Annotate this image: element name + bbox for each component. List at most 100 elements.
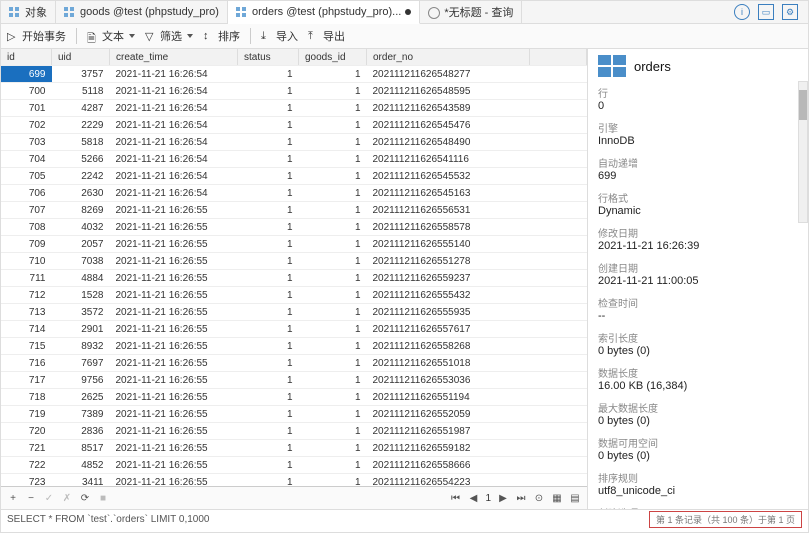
cell-uid[interactable]: 1528 bbox=[52, 287, 110, 304]
cell-create-time[interactable]: 2021-11-21 16:26:55 bbox=[110, 287, 238, 304]
cell-order-no[interactable]: 2021112116265482​77 bbox=[367, 66, 530, 83]
cell-create-time[interactable]: 2021-11-21 16:26:55 bbox=[110, 253, 238, 270]
cell-status[interactable]: 1 bbox=[238, 134, 299, 151]
cell-create-time[interactable]: 2021-11-21 16:26:54 bbox=[110, 66, 238, 83]
cell-goods-id[interactable]: 1 bbox=[299, 406, 367, 423]
cell-id[interactable]: 718 bbox=[1, 389, 52, 406]
import-button[interactable]: ⤓导入 bbox=[261, 28, 298, 44]
col-status[interactable]: status bbox=[238, 49, 299, 66]
cell-create-time[interactable]: 2021-11-21 16:26:55 bbox=[110, 355, 238, 372]
table-row[interactable]: 71070382021-11-21 16:26:5511202111211626… bbox=[1, 253, 587, 270]
table-row[interactable]: 70782692021-11-21 16:26:5511202111211626… bbox=[1, 202, 587, 219]
cell-create-time[interactable]: 2021-11-21 16:26:55 bbox=[110, 406, 238, 423]
cell-uid[interactable]: 5266 bbox=[52, 151, 110, 168]
cell-order-no[interactable]: 2021112116265586​66 bbox=[367, 457, 530, 474]
cell-create-time[interactable]: 2021-11-21 16:26:55 bbox=[110, 236, 238, 253]
cell-goods-id[interactable]: 1 bbox=[299, 66, 367, 83]
cell-id[interactable]: 714 bbox=[1, 321, 52, 338]
cell-uid[interactable]: 2242 bbox=[52, 168, 110, 185]
cell-status[interactable]: 1 bbox=[238, 83, 299, 100]
cell-create-time[interactable]: 2021-11-21 16:26:55 bbox=[110, 270, 238, 287]
cell-uid[interactable]: 8932 bbox=[52, 338, 110, 355]
cell-status[interactable]: 1 bbox=[238, 338, 299, 355]
cell-order-no[interactable]: 2021112116265582​68 bbox=[367, 338, 530, 355]
cell-id[interactable]: 723 bbox=[1, 474, 52, 487]
cell-order-no[interactable]: 2021112116265484​90 bbox=[367, 134, 530, 151]
cell-id[interactable]: 709 bbox=[1, 236, 52, 253]
cell-status[interactable]: 1 bbox=[238, 219, 299, 236]
table-row[interactable]: 72028362021-11-21 16:26:5511202111211626… bbox=[1, 423, 587, 440]
cell-create-time[interactable]: 2021-11-21 16:26:55 bbox=[110, 474, 238, 487]
table-row[interactable]: 70222292021-11-21 16:26:5411202111211626… bbox=[1, 117, 587, 134]
cell-status[interactable]: 1 bbox=[238, 236, 299, 253]
table-row[interactable]: 71589322021-11-21 16:26:5511202111211626… bbox=[1, 338, 587, 355]
refresh-icon[interactable]: ⟳ bbox=[79, 492, 91, 504]
cell-create-time[interactable]: 2021-11-21 16:26:55 bbox=[110, 321, 238, 338]
stop-icon[interactable]: ■ bbox=[97, 492, 109, 504]
cell-goods-id[interactable]: 1 bbox=[299, 168, 367, 185]
filter-button[interactable]: ▽筛选 bbox=[145, 28, 193, 44]
cell-goods-id[interactable]: 1 bbox=[299, 338, 367, 355]
cell-uid[interactable]: 2057 bbox=[52, 236, 110, 253]
cell-status[interactable]: 1 bbox=[238, 185, 299, 202]
cell-status[interactable]: 1 bbox=[238, 406, 299, 423]
cell-status[interactable]: 1 bbox=[238, 66, 299, 83]
settings-icon[interactable]: ⚙ bbox=[782, 4, 798, 20]
tab-query[interactable]: *无标题 - 查询 bbox=[420, 1, 522, 23]
cell-status[interactable]: 1 bbox=[238, 423, 299, 440]
cell-create-time[interactable]: 2021-11-21 16:26:55 bbox=[110, 338, 238, 355]
cell-goods-id[interactable]: 1 bbox=[299, 219, 367, 236]
cell-uid[interactable]: 2229 bbox=[52, 117, 110, 134]
cell-create-time[interactable]: 2021-11-21 16:26:54 bbox=[110, 168, 238, 185]
tab-goods[interactable]: goods @test (phpstudy_pro) bbox=[56, 1, 228, 23]
col-create-time[interactable]: create_time bbox=[110, 49, 238, 66]
cell-uid[interactable]: 5818 bbox=[52, 134, 110, 151]
cell-order-no[interactable]: 2021112116265454​76 bbox=[367, 117, 530, 134]
cell-create-time[interactable]: 2021-11-21 16:26:55 bbox=[110, 219, 238, 236]
close-icon[interactable] bbox=[405, 9, 411, 15]
sort-button[interactable]: ↕排序 bbox=[203, 28, 240, 44]
col-order-no[interactable]: order_no bbox=[367, 49, 530, 66]
cell-id[interactable]: 713 bbox=[1, 304, 52, 321]
grid-view-icon[interactable]: ▦ bbox=[551, 492, 563, 504]
cell-goods-id[interactable]: 1 bbox=[299, 253, 367, 270]
cell-id[interactable]: 711 bbox=[1, 270, 52, 287]
cell-order-no[interactable]: 2021112116265554​32 bbox=[367, 287, 530, 304]
table-row[interactable]: 70920572021-11-21 16:26:5511202111211626… bbox=[1, 236, 587, 253]
cell-goods-id[interactable]: 1 bbox=[299, 117, 367, 134]
table-row[interactable]: 71148842021-11-21 16:26:5511202111211626… bbox=[1, 270, 587, 287]
cell-goods-id[interactable]: 1 bbox=[299, 83, 367, 100]
scrollbar-thumb[interactable] bbox=[799, 90, 807, 120]
cell-goods-id[interactable]: 1 bbox=[299, 355, 367, 372]
table-row[interactable]: 70522422021-11-21 16:26:5411202111211626… bbox=[1, 168, 587, 185]
cell-order-no[interactable]: 2021112116265592​37 bbox=[367, 270, 530, 287]
tab-objects[interactable]: 对象 bbox=[1, 1, 56, 23]
export-button[interactable]: ⤒导出 bbox=[308, 28, 345, 44]
cell-create-time[interactable]: 2021-11-21 16:26:54 bbox=[110, 151, 238, 168]
cell-id[interactable]: 715 bbox=[1, 338, 52, 355]
cell-order-no[interactable]: 2021112116265519​87 bbox=[367, 423, 530, 440]
cell-status[interactable]: 1 bbox=[238, 474, 299, 487]
cell-uid[interactable]: 4287 bbox=[52, 100, 110, 117]
cell-status[interactable]: 1 bbox=[238, 372, 299, 389]
cell-uid[interactable]: 7389 bbox=[52, 406, 110, 423]
cell-uid[interactable]: 2630 bbox=[52, 185, 110, 202]
cell-status[interactable]: 1 bbox=[238, 151, 299, 168]
cell-goods-id[interactable]: 1 bbox=[299, 423, 367, 440]
cell-goods-id[interactable]: 1 bbox=[299, 474, 367, 487]
nav-icon[interactable]: ⊙ bbox=[533, 492, 545, 504]
cell-id[interactable]: 708 bbox=[1, 219, 52, 236]
cell-goods-id[interactable]: 1 bbox=[299, 287, 367, 304]
first-page-icon[interactable]: ⏮ bbox=[449, 492, 461, 504]
cell-uid[interactable]: 9756 bbox=[52, 372, 110, 389]
delete-row-icon[interactable]: − bbox=[25, 492, 37, 504]
cell-uid[interactable]: 3757 bbox=[52, 66, 110, 83]
prev-page-icon[interactable]: ◀ bbox=[467, 492, 479, 504]
cell-order-no[interactable]: 2021112116265542​23 bbox=[367, 474, 530, 487]
cell-status[interactable]: 1 bbox=[238, 440, 299, 457]
cell-goods-id[interactable]: 1 bbox=[299, 185, 367, 202]
cell-create-time[interactable]: 2021-11-21 16:26:55 bbox=[110, 457, 238, 474]
cell-id[interactable]: 705 bbox=[1, 168, 52, 185]
cell-id[interactable]: 712 bbox=[1, 287, 52, 304]
cell-status[interactable]: 1 bbox=[238, 389, 299, 406]
